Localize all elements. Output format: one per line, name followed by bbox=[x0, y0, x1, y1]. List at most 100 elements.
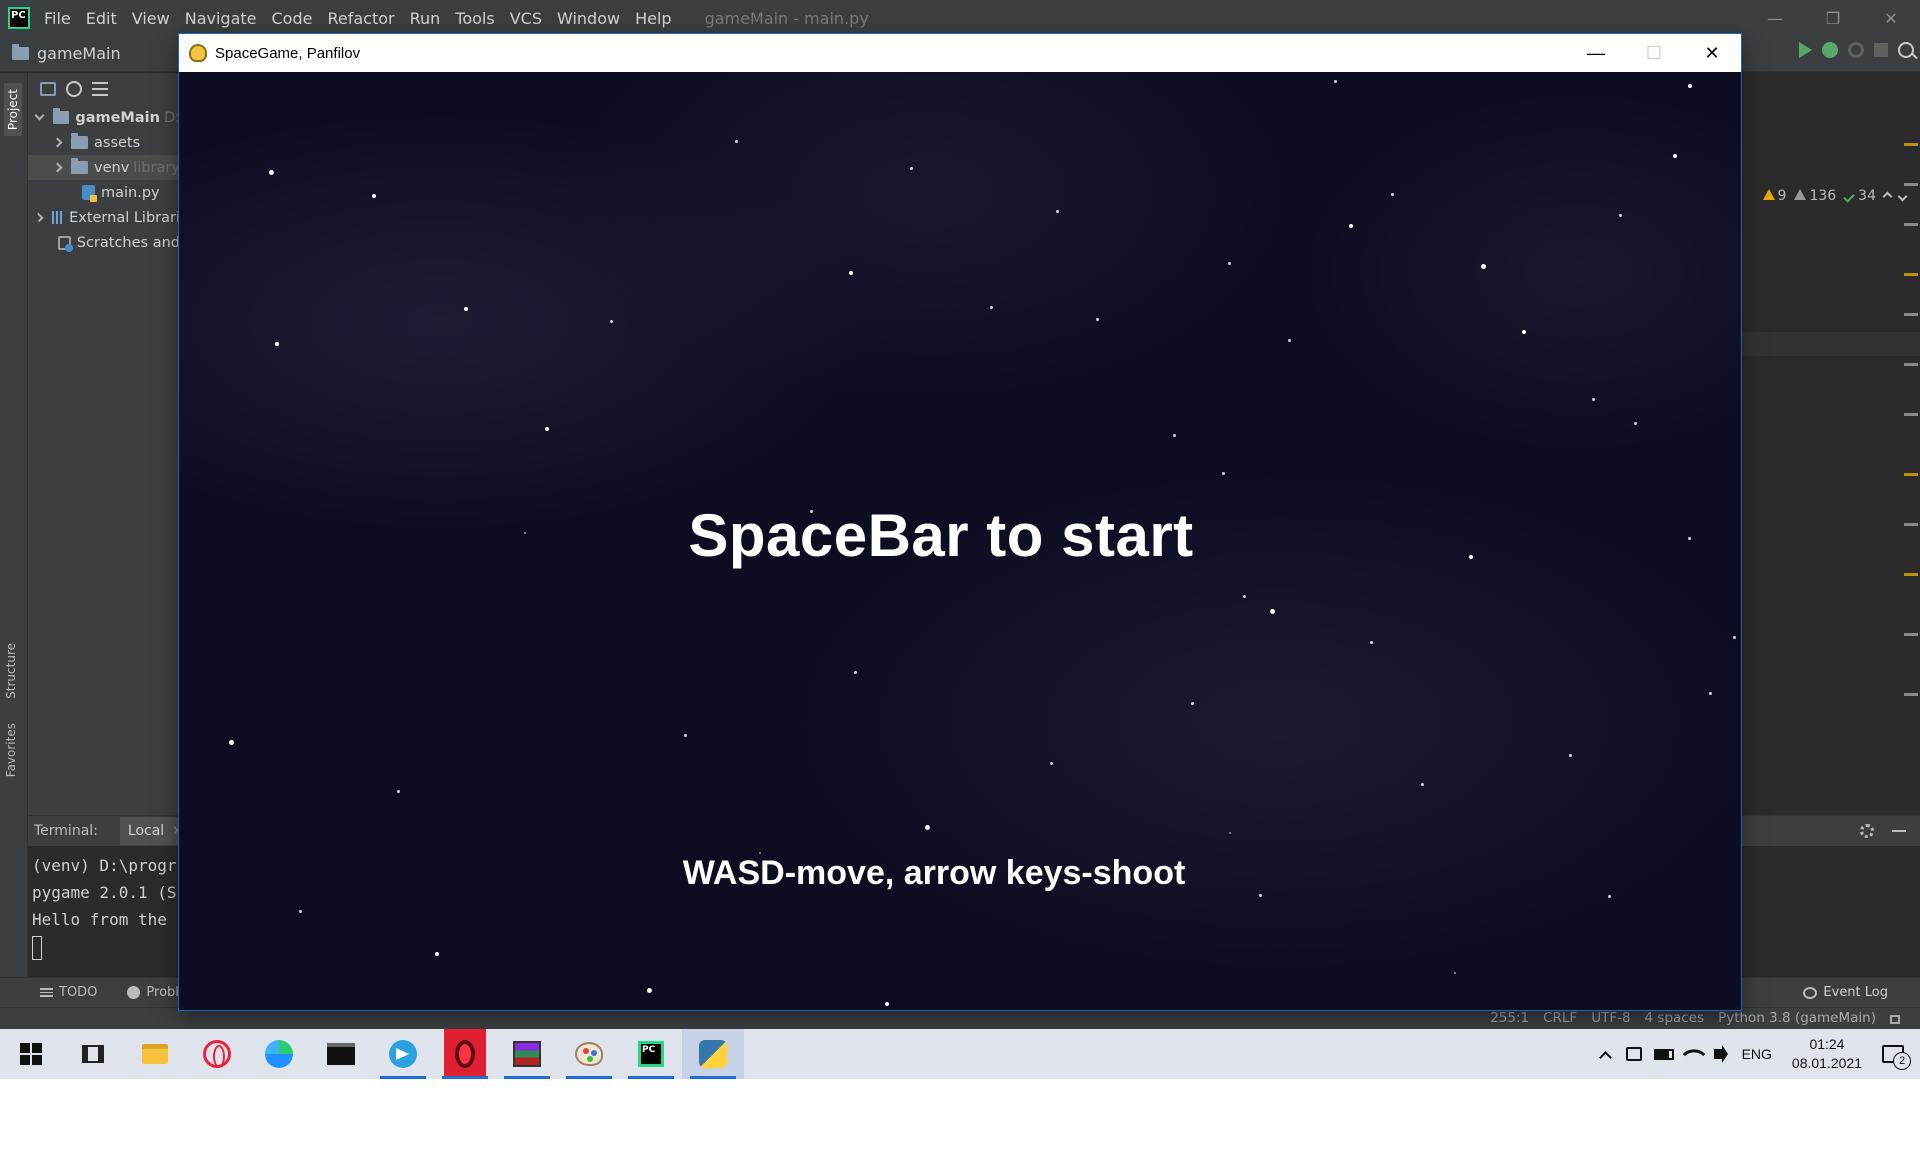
next-highlight-icon[interactable] bbox=[1897, 191, 1908, 201]
tab-problems[interactable]: Proble bbox=[127, 985, 187, 1000]
task-view-button[interactable] bbox=[62, 1029, 124, 1079]
locate-icon[interactable] bbox=[66, 81, 82, 97]
wifi-icon[interactable] bbox=[1682, 1042, 1705, 1066]
paint-icon bbox=[575, 1042, 603, 1066]
chevron-right-icon[interactable] bbox=[52, 137, 63, 148]
warnings-count[interactable]: 9 bbox=[1762, 188, 1786, 204]
stripe-mark[interactable] bbox=[1904, 183, 1918, 186]
chevron-right-icon[interactable] bbox=[52, 162, 63, 173]
menu-help[interactable]: Help bbox=[635, 9, 671, 28]
opera-gx-button[interactable] bbox=[186, 1029, 248, 1079]
tab-favorites[interactable]: Favorites bbox=[4, 723, 18, 777]
menu-window[interactable]: Window bbox=[557, 9, 620, 28]
opera-button[interactable] bbox=[434, 1029, 496, 1079]
stripe-mark[interactable] bbox=[1904, 523, 1918, 526]
clock[interactable]: 01:24 08.01.2021 bbox=[1792, 1035, 1862, 1073]
tree-item-venv[interactable]: venv library bbox=[28, 155, 180, 180]
python-button[interactable] bbox=[682, 1029, 744, 1079]
menu-refactor[interactable]: Refactor bbox=[327, 9, 394, 28]
tree-item-assets[interactable]: assets bbox=[28, 130, 180, 155]
stripe-mark[interactable] bbox=[1904, 633, 1918, 636]
line-separator[interactable]: CRLF bbox=[1543, 1010, 1577, 1026]
stripe-mark[interactable] bbox=[1904, 143, 1918, 146]
telegram-icon bbox=[389, 1040, 417, 1068]
edge-button[interactable] bbox=[248, 1029, 310, 1079]
restore-icon[interactable]: ❐ bbox=[1804, 0, 1862, 36]
stripe-mark[interactable] bbox=[1904, 693, 1918, 696]
paint-button[interactable] bbox=[558, 1029, 620, 1079]
menu-run[interactable]: Run bbox=[410, 9, 441, 28]
python-interpreter[interactable]: Python 3.8 (gameMain) bbox=[1718, 1010, 1876, 1026]
terminal-button[interactable] bbox=[310, 1029, 372, 1079]
terminal-tab-label: Local bbox=[127, 823, 165, 839]
weak-warnings-count[interactable]: 136 bbox=[1794, 188, 1836, 204]
tree-item-external-libraries[interactable]: External Librari bbox=[28, 205, 180, 230]
project-view-icon[interactable] bbox=[40, 82, 56, 96]
tab-structure[interactable]: Structure bbox=[4, 643, 18, 699]
previous-highlight-icon[interactable] bbox=[1882, 191, 1893, 201]
star bbox=[229, 740, 234, 745]
hide-icon[interactable] bbox=[1892, 830, 1906, 832]
clock-time: 01:24 bbox=[1809, 1036, 1845, 1052]
gear-icon[interactable] bbox=[1860, 824, 1874, 838]
event-log-button[interactable]: Event Log bbox=[1803, 985, 1888, 1000]
battery-icon[interactable] bbox=[1653, 1048, 1674, 1060]
caret-position[interactable]: 255:1 bbox=[1490, 1010, 1529, 1026]
menu-navigate[interactable]: Navigate bbox=[185, 9, 257, 28]
typos-count[interactable]: 34 bbox=[1843, 188, 1876, 204]
star bbox=[1709, 692, 1712, 695]
tab-project[interactable]: Project bbox=[4, 83, 22, 137]
chevron-down-icon[interactable] bbox=[34, 110, 45, 121]
game-window: SpaceGame, Panfilov — ☐ ✕ SpaceBar to st… bbox=[179, 34, 1741, 1010]
inspection-widget[interactable]: 9 136 34 bbox=[1762, 188, 1920, 204]
menu-code[interactable]: Code bbox=[272, 9, 313, 28]
stripe-mark[interactable] bbox=[1904, 313, 1918, 316]
file-explorer-button[interactable] bbox=[124, 1029, 186, 1079]
coverage-icon[interactable] bbox=[1848, 42, 1864, 58]
tab-todo[interactable]: TODO bbox=[40, 985, 97, 1000]
notification-center-icon[interactable]: 2 bbox=[1882, 1045, 1911, 1070]
show-hidden-icons-icon[interactable] bbox=[1598, 1050, 1612, 1064]
run-icon[interactable] bbox=[1799, 42, 1812, 58]
meet-now-icon[interactable] bbox=[1625, 1047, 1642, 1061]
start-button[interactable] bbox=[0, 1029, 62, 1079]
game-canvas[interactable]: SpaceBar to start WASD-move, arrow keys-… bbox=[179, 72, 1741, 1010]
menu-file[interactable]: File bbox=[44, 9, 71, 28]
file-encoding[interactable]: UTF-8 bbox=[1591, 1010, 1630, 1026]
tree-item-main-py[interactable]: main.py bbox=[28, 180, 180, 205]
stripe-mark[interactable] bbox=[1904, 573, 1918, 576]
game-window-title: SpaceGame, Panfilov bbox=[215, 44, 361, 62]
debug-icon[interactable] bbox=[1822, 42, 1838, 58]
lock-icon[interactable] bbox=[1890, 1015, 1900, 1024]
menu-view[interactable]: View bbox=[132, 9, 170, 28]
menu-vcs[interactable]: VCS bbox=[510, 9, 542, 28]
telegram-button[interactable] bbox=[372, 1029, 434, 1079]
stripe-mark[interactable] bbox=[1904, 223, 1918, 226]
search-icon[interactable] bbox=[1898, 42, 1914, 58]
indent-setting[interactable]: 4 spaces bbox=[1645, 1010, 1705, 1026]
menu-edit[interactable]: Edit bbox=[86, 9, 117, 28]
winrar-button[interactable] bbox=[496, 1029, 558, 1079]
expand-all-icon[interactable] bbox=[92, 82, 108, 96]
stop-icon[interactable] bbox=[1874, 43, 1888, 57]
star bbox=[275, 342, 279, 346]
close-icon[interactable]: ✕ bbox=[1683, 34, 1741, 72]
stripe-mark[interactable] bbox=[1904, 413, 1918, 416]
breadcrumb-project[interactable]: gameMain bbox=[37, 44, 121, 63]
star bbox=[1391, 193, 1394, 196]
stripe-mark[interactable] bbox=[1904, 273, 1918, 276]
chevron-right-icon[interactable] bbox=[34, 212, 44, 223]
stripe-mark[interactable] bbox=[1904, 363, 1918, 366]
tree-item-root[interactable]: gameMain D: bbox=[28, 105, 180, 130]
stripe-mark[interactable] bbox=[1904, 473, 1918, 476]
tree-item-scratches[interactable]: Scratches and bbox=[28, 230, 180, 255]
pycharm-button[interactable]: PC bbox=[620, 1029, 682, 1079]
input-language[interactable]: ENG bbox=[1742, 1046, 1772, 1062]
menu-tools[interactable]: Tools bbox=[455, 9, 494, 28]
minimize-icon[interactable]: — bbox=[1567, 34, 1625, 72]
breadcrumb[interactable]: gameMain bbox=[12, 44, 121, 63]
game-titlebar[interactable]: SpaceGame, Panfilov — ☐ ✕ bbox=[179, 34, 1741, 72]
volume-icon[interactable] bbox=[1713, 1045, 1728, 1063]
minimize-icon[interactable]: — bbox=[1746, 0, 1804, 36]
close-icon[interactable]: ✕ bbox=[1862, 0, 1920, 36]
